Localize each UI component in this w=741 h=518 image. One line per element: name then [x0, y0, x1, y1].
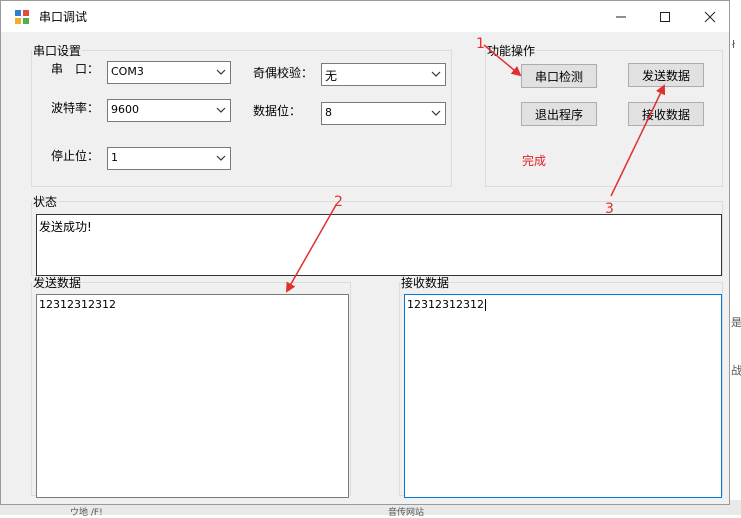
annotation-overlay: 1 2 3 [286, 36, 666, 293]
annotation-arrow-1 [483, 44, 522, 77]
annotation-marker-2: 2 [334, 194, 343, 210]
annotation-marker-3: 3 [605, 201, 614, 217]
annotation-arrow-2 [286, 204, 337, 293]
annotation-arrow-3 [610, 84, 666, 197]
annotation-marker-1: 1 [476, 36, 485, 52]
